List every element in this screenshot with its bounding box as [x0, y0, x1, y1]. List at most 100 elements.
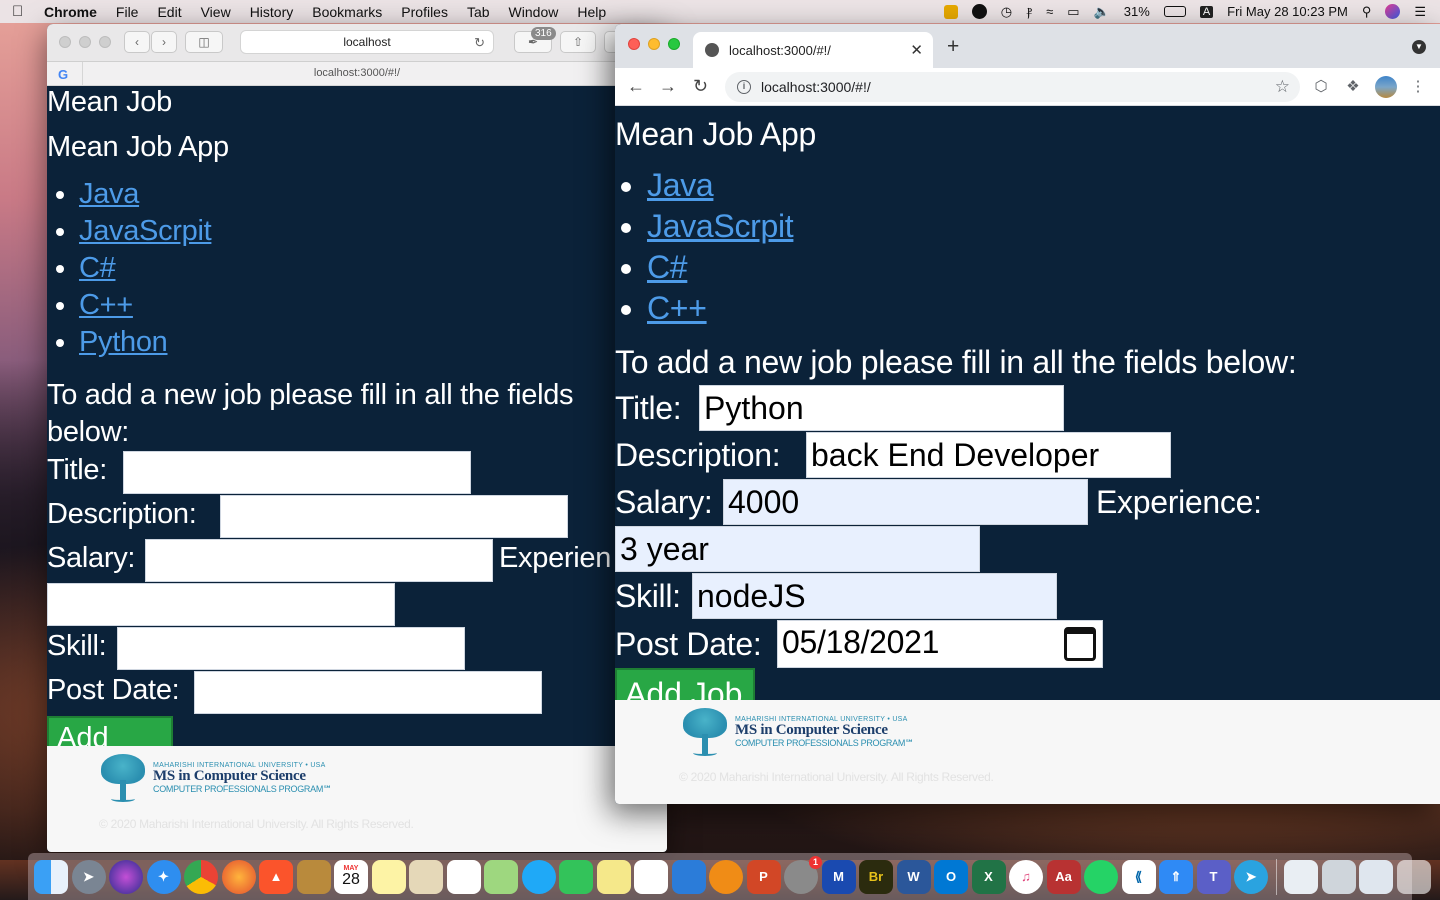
numbers-icon[interactable]: [634, 859, 668, 894]
bluetooth-icon[interactable]: ⳁ: [1026, 4, 1032, 20]
bookmark-star-icon[interactable]: ☆: [1275, 77, 1290, 97]
add-job-button[interactable]: Add Job: [615, 668, 755, 704]
vscode-icon[interactable]: ⟪: [1121, 859, 1156, 894]
brave-icon[interactable]: ▲: [259, 859, 293, 894]
bridge-icon[interactable]: Br: [859, 859, 893, 894]
menu-window[interactable]: Window: [509, 4, 559, 20]
menu-app-name[interactable]: Chrome: [44, 4, 97, 20]
new-tab-icon[interactable]: +: [947, 35, 959, 59]
system-preferences-icon[interactable]: 1: [784, 855, 822, 894]
menu-history[interactable]: History: [250, 4, 294, 20]
link-csharp[interactable]: C#: [79, 252, 116, 284]
menu-bookmarks[interactable]: Bookmarks: [312, 4, 382, 20]
books-icon[interactable]: [709, 859, 743, 894]
airplay-icon[interactable]: ▭: [1067, 4, 1079, 20]
safari-minimize-button[interactable]: [79, 36, 91, 48]
contacts-icon[interactable]: [296, 859, 331, 894]
menu-file[interactable]: File: [116, 4, 139, 20]
maps-icon[interactable]: [484, 859, 518, 894]
calendar-icon[interactable]: [1064, 627, 1096, 661]
safari-sidebar-button[interactable]: ◫: [185, 31, 223, 53]
recent-doc-2-icon[interactable]: [1321, 859, 1356, 894]
notification-center-icon[interactable]: ☰: [1414, 4, 1426, 20]
profile-avatar[interactable]: [1375, 76, 1397, 98]
transmit-icon[interactable]: ⇑: [1159, 859, 1193, 894]
link-python[interactable]: Python: [79, 326, 168, 358]
link-javascript[interactable]: JavaScrpit: [79, 215, 212, 247]
keynote-icon[interactable]: [671, 859, 706, 894]
finder-icon[interactable]: [34, 859, 68, 894]
cube-extension-icon[interactable]: ⬡: [1312, 77, 1330, 95]
menu-profiles[interactable]: Profiles: [401, 4, 448, 20]
volume-icon[interactable]: 🔈: [1094, 4, 1110, 20]
safari-forward-button[interactable]: ›: [151, 31, 177, 53]
shield-icon[interactable]: [943, 4, 958, 19]
title-input[interactable]: [123, 451, 471, 494]
description-input[interactable]: [806, 432, 1171, 478]
chrome-minimize-button[interactable]: [648, 38, 660, 50]
malwarebytes-icon[interactable]: M: [821, 859, 856, 894]
experience-input[interactable]: [47, 583, 395, 626]
powerpoint-icon[interactable]: P: [746, 859, 781, 894]
close-tab-icon[interactable]: ✕: [910, 41, 923, 59]
teams-icon[interactable]: T: [1196, 859, 1231, 894]
link-java[interactable]: Java: [79, 178, 139, 210]
experience-input[interactable]: [615, 526, 980, 572]
menu-edit[interactable]: Edit: [157, 4, 181, 20]
battery-icon[interactable]: [1163, 6, 1186, 17]
menubar-clock[interactable]: Fri May 28 10:23 PM: [1227, 4, 1348, 19]
calendar-app-icon[interactable]: MAY 28: [334, 859, 368, 894]
salary-input[interactable]: [723, 479, 1088, 525]
firefox-icon[interactable]: [221, 859, 256, 894]
launchpad-icon[interactable]: ➤: [71, 859, 106, 894]
notes-icon[interactable]: [371, 859, 406, 894]
skill-input[interactable]: [117, 627, 465, 670]
input-source-icon[interactable]: A: [1199, 5, 1214, 18]
forward-arrow-icon[interactable]: →: [659, 76, 677, 97]
word-icon[interactable]: W: [896, 859, 931, 894]
back-arrow-icon[interactable]: ←: [627, 76, 645, 97]
dictionary-icon[interactable]: Aa: [1046, 859, 1081, 894]
chrome-close-button[interactable]: [628, 38, 640, 50]
salary-input[interactable]: [145, 539, 493, 582]
menu-help[interactable]: Help: [577, 4, 606, 20]
link-java[interactable]: Java: [647, 167, 714, 203]
safari-address-bar[interactable]: localhost ↻: [240, 30, 494, 54]
tab-search-icon[interactable]: ▼: [1412, 40, 1426, 54]
trash-icon[interactable]: [1396, 859, 1431, 894]
post-date-input[interactable]: 05/18/2021: [777, 620, 1103, 668]
skill-input[interactable]: [692, 573, 1057, 619]
reminders-icon[interactable]: [446, 859, 481, 894]
kebab-menu-icon[interactable]: ⋮: [1409, 77, 1427, 95]
excel-icon[interactable]: X: [971, 859, 1006, 894]
outlook-icon[interactable]: O: [934, 859, 968, 894]
chrome-app-icon[interactable]: [184, 859, 218, 894]
link-javascript[interactable]: JavaScrpit: [647, 208, 794, 244]
telegram-icon[interactable]: ➤: [1234, 859, 1268, 894]
menu-view[interactable]: View: [201, 4, 231, 20]
siri-app-icon[interactable]: [109, 859, 143, 894]
recent-doc-3-icon[interactable]: [1359, 859, 1393, 894]
reload-icon[interactable]: ↻: [474, 35, 485, 51]
link-cpp[interactable]: C++: [79, 289, 133, 321]
telegram-status-icon[interactable]: [971, 4, 987, 19]
chrome-omnibox[interactable]: i localhost:3000/#!/ ☆: [725, 72, 1300, 102]
safari-back-button[interactable]: ‹: [124, 31, 150, 53]
safari-zoom-button[interactable]: [99, 36, 111, 48]
chrome-tab-active[interactable]: localhost:3000/#!/ ✕: [693, 32, 933, 68]
site-info-icon[interactable]: i: [737, 80, 751, 94]
preview-icon[interactable]: [409, 859, 443, 894]
facetime-icon[interactable]: [559, 859, 593, 894]
reload-icon[interactable]: ↻: [693, 76, 708, 97]
recent-doc-1-icon[interactable]: [1284, 859, 1318, 894]
title-input[interactable]: [699, 385, 1064, 431]
wifi-icon[interactable]: ≈: [1046, 4, 1053, 19]
battery-percent[interactable]: 31%: [1124, 4, 1150, 19]
chrome-zoom-button[interactable]: [668, 38, 680, 50]
menu-tab[interactable]: Tab: [467, 4, 490, 20]
time-machine-icon[interactable]: ◷: [1001, 4, 1012, 20]
post-date-input[interactable]: [194, 671, 542, 714]
messages-icon[interactable]: [521, 859, 556, 894]
apple-icon[interactable]: : [12, 3, 26, 20]
link-csharp[interactable]: C#: [647, 249, 688, 285]
